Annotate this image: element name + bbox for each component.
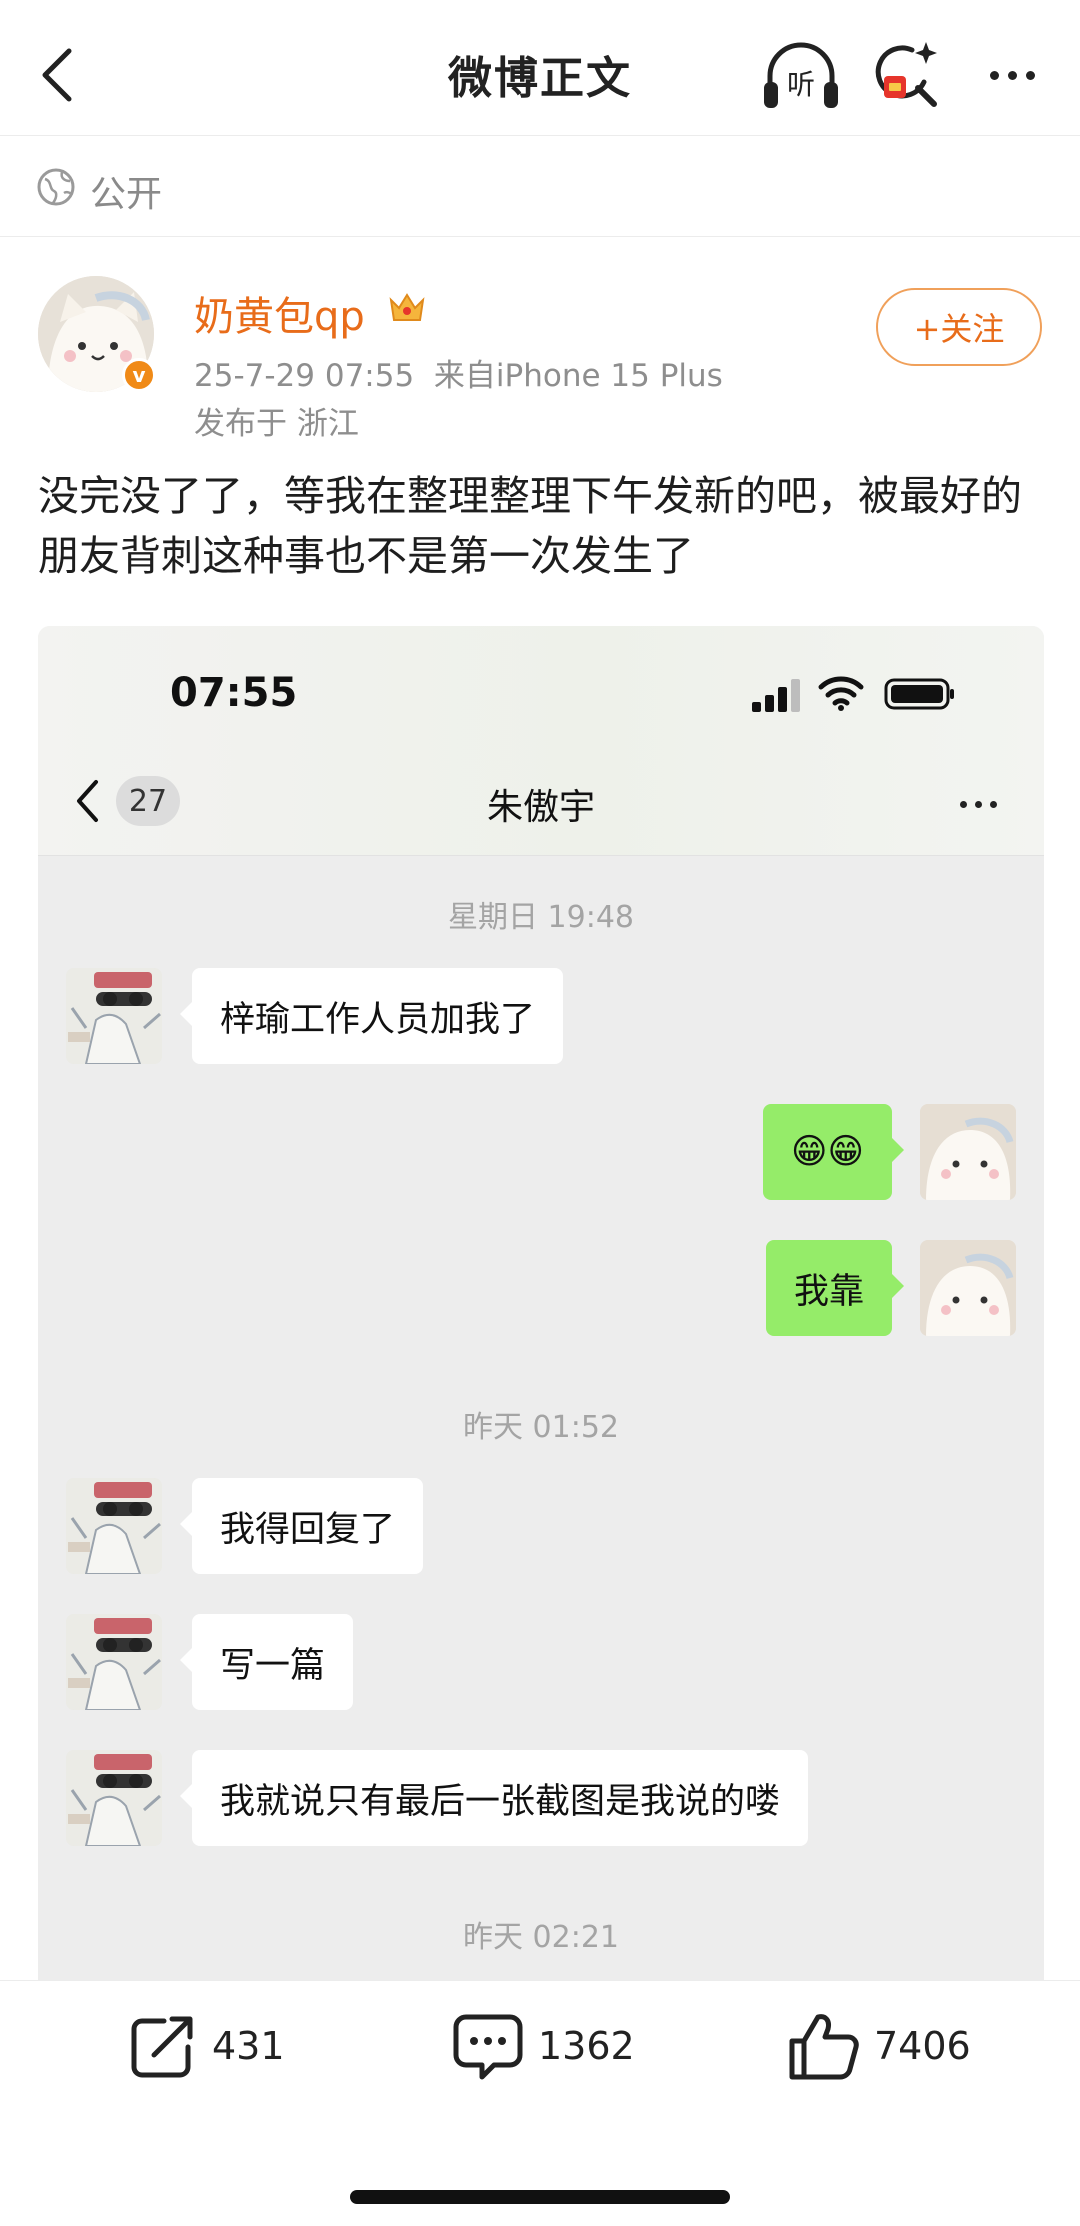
post-location: 发布于 浙江 [194, 406, 359, 442]
peer-avatar [66, 1614, 162, 1710]
post-text: 没完没了了，等我在整理整理下午发新的吧，被最好的朋友背刺这种事也不是第一次发生了 [38, 472, 1022, 580]
self-avatar [920, 1104, 1016, 1200]
status-time: 07:55 [170, 670, 298, 716]
listen-button[interactable]: 听 [760, 36, 842, 116]
post-source: 来自iPhone 15 Plus [433, 358, 723, 394]
message-bubble-in: 梓瑜工作人员加我了 [179, 968, 564, 1064]
message-bubble-out: 我靠 [765, 1240, 905, 1336]
follow-button[interactable]: +关注 [876, 288, 1042, 366]
visibility-row: 公开 [0, 137, 1080, 237]
peer-avatar [66, 968, 162, 1064]
message-bubble-in: 写一篇 [179, 1614, 354, 1710]
post-meta: 25-7-29 07:55 来自iPhone 15 Plus [194, 350, 723, 395]
chat-timestamp: 昨天 02:21 [463, 1920, 619, 1955]
chat-timestamp: 星期日 19:48 [448, 900, 634, 935]
repost-count: 431 [212, 2024, 285, 2068]
comment-icon [453, 2014, 523, 2080]
repost-icon [131, 2016, 193, 2078]
comment-button[interactable]: 1362 [452, 2011, 635, 2081]
comment-count: 1362 [538, 2024, 635, 2068]
home-indicator [350, 2190, 730, 2204]
author-name[interactable]: 奶黄包qp [194, 284, 365, 342]
peer-avatar [66, 1478, 162, 1574]
visibility-label: 公开 [90, 174, 163, 215]
message-bubble-out: 😁😁 [763, 1104, 904, 1200]
headphones-icon: 听 [764, 42, 838, 108]
peer-avatar [66, 1750, 162, 1846]
crown-icon [389, 293, 425, 321]
like-icon [789, 2014, 859, 2080]
attached-chat-screenshot[interactable]: 07:55 27 朱傲宇 星期日 19:48 梓瑜工作人员加我了 😁😁 我靠 昨… [38, 626, 1044, 1980]
repost-button[interactable]: 431 [128, 2011, 285, 2081]
self-avatar [920, 1240, 1016, 1336]
like-count: 7406 [874, 2024, 971, 2068]
globe-icon [37, 168, 75, 206]
message-bubble-in: 我得回复了 [179, 1478, 424, 1574]
ai-search-button[interactable] [872, 36, 942, 116]
wifi-icon [818, 676, 864, 711]
svg-text:听: 听 [787, 68, 815, 101]
more-icon [989, 70, 999, 80]
action-bar: 431 1362 7406 [0, 1980, 1080, 2110]
chat-timestamp: 昨天 01:52 [463, 1410, 619, 1445]
signal-icon [752, 679, 800, 712]
like-button[interactable]: 7406 [788, 2011, 971, 2081]
message-bubble-in: 我就说只有最后一张截图是我说的喽 [179, 1750, 809, 1846]
ai-search-icon [875, 42, 937, 107]
post-time: 25-7-29 07:55 [194, 358, 415, 394]
chat-more-icon[interactable] [948, 784, 1008, 824]
chat-header: 07:55 27 朱傲宇 [38, 626, 1044, 856]
verified-badge: v [122, 358, 156, 392]
more-button[interactable] [980, 50, 1044, 100]
top-nav-bar: 微博正文 听 [0, 0, 1080, 136]
chat-title: 朱傲宇 [486, 787, 595, 828]
battery-icon [884, 678, 954, 710]
